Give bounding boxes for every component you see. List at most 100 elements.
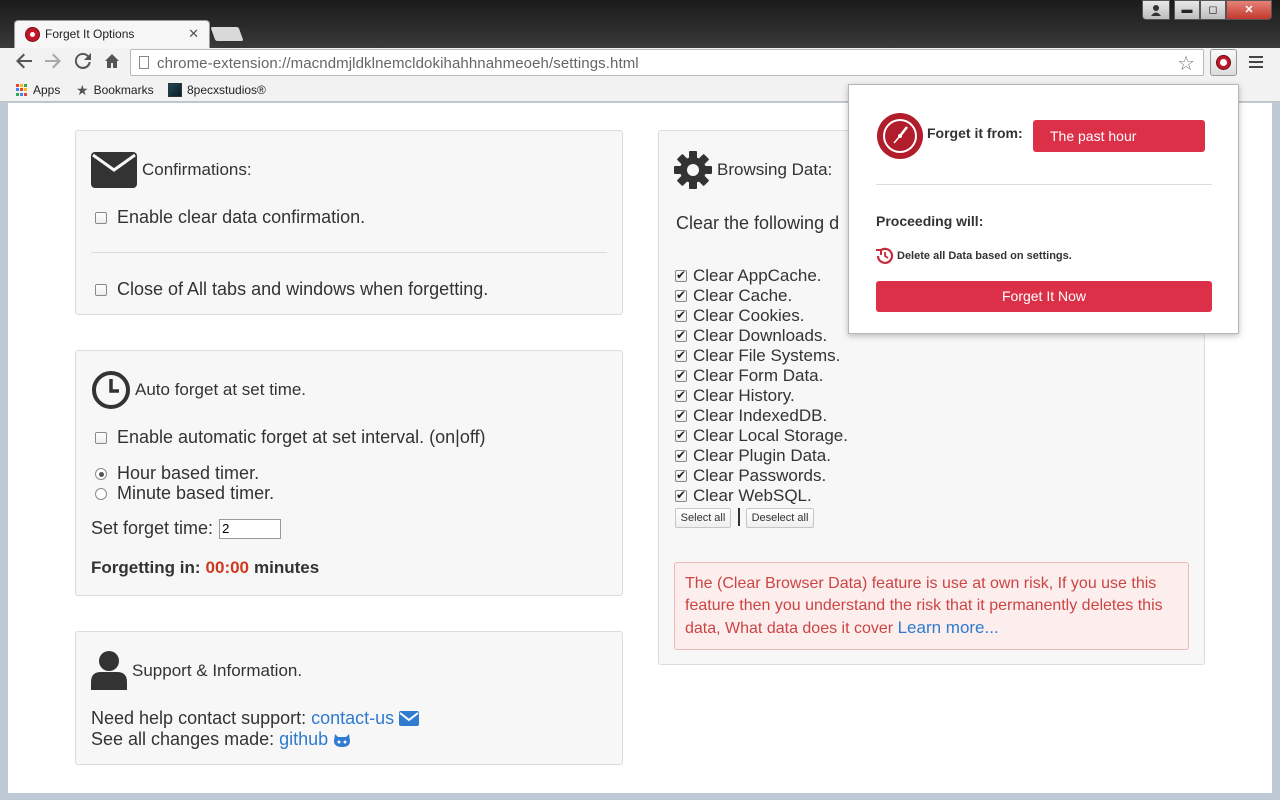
- panel-title: Browsing Data:: [717, 160, 833, 179]
- panel-title: Confirmations:: [142, 160, 252, 179]
- option-label: Clear File Systems.: [693, 346, 841, 365]
- checkbox[interactable]: [675, 448, 687, 462]
- bookmark-bookmarks[interactable]: ★ Bookmarks: [76, 83, 154, 97]
- select-all-button[interactable]: Select all: [675, 508, 731, 528]
- close-window-button[interactable]: ✕: [1226, 0, 1272, 20]
- page-icon: [139, 56, 149, 69]
- radio-button[interactable]: [95, 487, 107, 500]
- clear-appcache-option[interactable]: Clear AppCache.: [675, 266, 822, 286]
- minute-timer-option[interactable]: Minute based timer.: [95, 483, 274, 504]
- github-link[interactable]: github: [279, 729, 328, 750]
- apps-grid-icon: [16, 84, 28, 96]
- tab-close-icon[interactable]: ✕: [188, 26, 199, 42]
- checkbox[interactable]: [675, 308, 687, 322]
- checkbox[interactable]: [675, 468, 687, 482]
- clear-local-storage-option[interactable]: Clear Local Storage.: [675, 426, 848, 446]
- forget-time-input[interactable]: [219, 518, 282, 539]
- user-icon: [91, 651, 127, 690]
- proceeding-label: Proceeding will:: [876, 213, 984, 229]
- new-tab-button[interactable]: [210, 27, 244, 41]
- github-icon[interactable]: [333, 732, 351, 748]
- checkbox[interactable]: [95, 431, 107, 444]
- browser-tab[interactable]: Forget It Options ✕: [14, 20, 210, 48]
- checkbox[interactable]: [675, 488, 687, 502]
- help-text: Need help contact support:: [91, 708, 307, 728]
- bookmark-label: Apps: [33, 83, 61, 97]
- divider: [91, 252, 607, 253]
- browser-window: Forget It Options ✕ ▬ ◻ ✕ chrome-extensi…: [0, 0, 1280, 800]
- clear-history-option[interactable]: Clear History.: [675, 386, 795, 406]
- option-label: Close of All tabs and windows when forge…: [117, 279, 489, 299]
- option-label: Clear Cookies.: [693, 306, 805, 325]
- clear-file-systems-option[interactable]: Clear File Systems.: [675, 346, 840, 366]
- confirmation-option[interactable]: Enable clear data confirmation.: [95, 207, 365, 228]
- checkbox[interactable]: [95, 211, 107, 224]
- tab-title: Forget It Options: [45, 27, 135, 41]
- forget-it-favicon-icon: [25, 27, 40, 42]
- option-label: Clear IndexedDB.: [693, 406, 828, 425]
- clear-websql-option[interactable]: Clear WebSQL.: [675, 486, 812, 506]
- user-profile-button[interactable]: [1142, 0, 1170, 20]
- clock-icon: [92, 371, 130, 409]
- option-label: Clear History.: [693, 386, 795, 405]
- deselect-all-button[interactable]: Deselect all: [746, 508, 814, 528]
- close-tabs-option[interactable]: Close of All tabs and windows when forge…: [95, 279, 488, 300]
- set-time-label: Set forget time:: [91, 518, 214, 538]
- option-label: Clear WebSQL.: [693, 486, 812, 505]
- envelope-icon[interactable]: [399, 711, 420, 726]
- envelope-icon: [91, 152, 137, 188]
- maximize-button[interactable]: ◻: [1200, 0, 1226, 20]
- forget-from-label: Forget it from:: [927, 125, 1023, 141]
- forget-it-now-button[interactable]: Forget It Now: [876, 281, 1212, 312]
- checkbox[interactable]: [675, 288, 687, 302]
- chrome-menu-button[interactable]: [1246, 51, 1266, 73]
- learn-more-link[interactable]: Learn more...: [898, 618, 999, 637]
- back-button[interactable]: [12, 52, 36, 74]
- option-label: Clear Form Data.: [693, 366, 824, 385]
- checkbox[interactable]: [675, 408, 687, 422]
- checkbox[interactable]: [675, 368, 687, 382]
- star-icon: ★: [76, 82, 89, 98]
- clear-downloads-option[interactable]: Clear Downloads.: [675, 326, 827, 346]
- clear-cookies-option[interactable]: Clear Cookies.: [675, 306, 805, 326]
- bookmark-star-icon[interactable]: ☆: [1177, 51, 1195, 76]
- checkbox[interactable]: [675, 268, 687, 282]
- countdown-time: 00:00: [205, 558, 250, 577]
- checkbox[interactable]: [95, 283, 107, 296]
- clear-plugin-data-option[interactable]: Clear Plugin Data.: [675, 446, 831, 466]
- radio-button[interactable]: [95, 467, 107, 480]
- support-panel: Support & Information. Need help contact…: [75, 631, 623, 765]
- user-icon: [1151, 5, 1161, 16]
- home-icon: [105, 54, 119, 68]
- home-button[interactable]: [100, 52, 124, 74]
- checkbox[interactable]: [675, 328, 687, 342]
- enable-auto-forget-option[interactable]: Enable automatic forget at set interval.…: [95, 427, 486, 448]
- address-bar[interactable]: chrome-extension://macndmjldklnemcldokih…: [130, 49, 1204, 76]
- url-text[interactable]: chrome-extension://macndmjldklnemcldokih…: [157, 55, 639, 72]
- changes-row: See all changes made: github: [91, 729, 351, 750]
- checkbox[interactable]: [675, 388, 687, 402]
- option-label: Clear Passwords.: [693, 466, 827, 485]
- forward-button[interactable]: [41, 52, 65, 74]
- checkbox[interactable]: [675, 348, 687, 362]
- countdown-prefix: Forgetting in:: [91, 558, 201, 577]
- time-range-select[interactable]: The past hour: [1033, 120, 1205, 152]
- option-label: Enable automatic forget at set interval.…: [117, 427, 486, 447]
- clear-cache-option[interactable]: Clear Cache.: [675, 286, 792, 306]
- forget-it-extension-button[interactable]: [1210, 49, 1237, 76]
- minimize-button[interactable]: ▬: [1174, 0, 1200, 20]
- hour-timer-option[interactable]: Hour based timer.: [95, 463, 259, 484]
- bookmark-apps[interactable]: Apps: [16, 83, 60, 97]
- back-arrow-icon: [16, 53, 32, 69]
- option-label: Clear Plugin Data.: [693, 446, 831, 465]
- contact-us-link[interactable]: contact-us: [311, 708, 394, 729]
- hamburger-menu-icon: [1249, 56, 1263, 68]
- clear-indexeddb-option[interactable]: Clear IndexedDB.: [675, 406, 827, 426]
- reload-icon: [74, 52, 91, 69]
- clear-passwords-option[interactable]: Clear Passwords.: [675, 466, 826, 486]
- clear-form-data-option[interactable]: Clear Form Data.: [675, 366, 823, 386]
- panel-title: Auto forget at set time.: [135, 380, 307, 399]
- checkbox[interactable]: [675, 428, 687, 442]
- bookmark-8pecxstudios[interactable]: 8pecxstudios®: [168, 83, 266, 97]
- reload-button[interactable]: [71, 52, 95, 74]
